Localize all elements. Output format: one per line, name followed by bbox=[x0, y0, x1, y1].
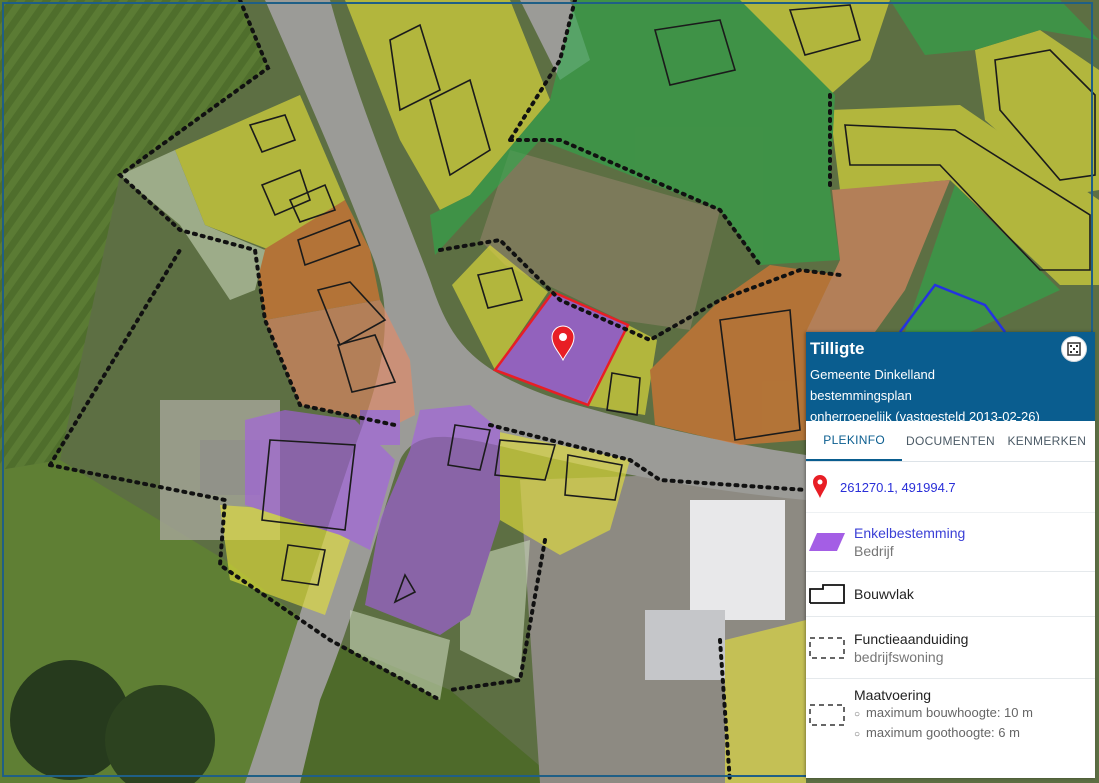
zone-wonen-bottom-right bbox=[725, 620, 806, 783]
info-panel: Tilligte Gemeente Dinkelland bestemmings… bbox=[806, 332, 1095, 778]
enkelbestemming-title[interactable]: Enkelbestemming bbox=[854, 524, 965, 542]
maatvoering-list: maximum bouwhoogte: 10 m maximum goothoo… bbox=[854, 704, 1033, 744]
enkelbestemming-value: Bedrijf bbox=[854, 543, 894, 559]
coordinates-row: 261270.1, 491994.7 bbox=[806, 462, 1095, 513]
legend-enkelbestemming: Enkelbestemming Bedrijf bbox=[806, 513, 1095, 572]
coordinates-link[interactable]: 261270.1, 491994.7 bbox=[840, 480, 956, 495]
map-pin-icon bbox=[813, 475, 827, 498]
plan-type: bestemmingsplan bbox=[810, 388, 912, 403]
bouwvlak-title: Bouwvlak bbox=[854, 586, 914, 602]
functieaanduiding-icon bbox=[809, 636, 845, 659]
building-white bbox=[690, 500, 785, 620]
legend-maatvoering: Maatvoering maximum bouwhoogte: 10 m max… bbox=[806, 679, 1095, 751]
fullscreen-button[interactable] bbox=[1061, 336, 1087, 362]
bedrijf-swatch-icon bbox=[809, 533, 845, 551]
functieaanduiding-title: Functieaanduiding bbox=[854, 630, 969, 647]
tab-kenmerken[interactable]: KENMERKEN bbox=[999, 421, 1095, 461]
maatvoering-item: maximum goothoogte: 6 m bbox=[854, 724, 1033, 744]
panel-header: Tilligte Gemeente Dinkelland bestemmings… bbox=[806, 332, 1095, 424]
maatvoering-icon bbox=[809, 704, 845, 726]
panel-tabs: PLEKINFO DOCUMENTEN KENMERKEN bbox=[806, 421, 1095, 462]
fullscreen-icon bbox=[1067, 342, 1081, 356]
tab-plekinfo[interactable]: PLEKINFO bbox=[806, 421, 903, 461]
bouwvlak-icon bbox=[809, 584, 845, 604]
legend-bouwvlak: Bouwvlak bbox=[806, 572, 1095, 617]
plan-status: onherroepelijk (vastgesteld 2013-02-26) bbox=[810, 409, 1040, 424]
legend-functieaanduiding: Functieaanduiding bedrijfswoning bbox=[806, 617, 1095, 679]
tab-documenten[interactable]: DOCUMENTEN bbox=[902, 421, 998, 461]
maatvoering-item: maximum bouwhoogte: 10 m bbox=[854, 704, 1033, 724]
municipality: Gemeente Dinkelland bbox=[810, 367, 936, 382]
functieaanduiding-value: bedrijfswoning bbox=[854, 648, 944, 665]
building-gray bbox=[645, 610, 725, 680]
zone-bedrijf-small bbox=[360, 410, 400, 445]
maatvoering-title: Maatvoering bbox=[854, 687, 932, 703]
panel-title: Tilligte bbox=[810, 339, 865, 358]
